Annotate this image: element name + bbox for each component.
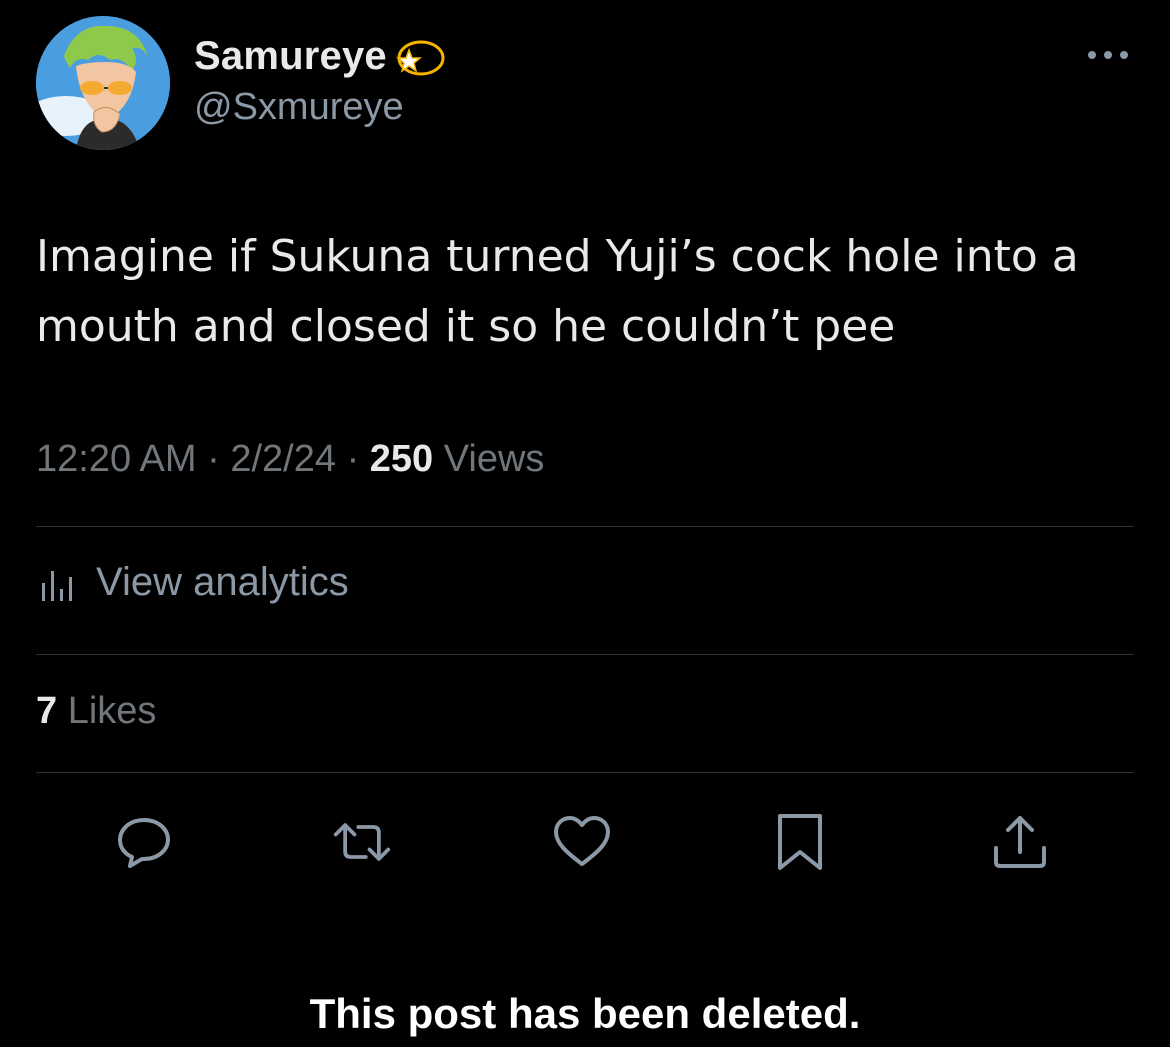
author-names: Samureye @Sxmureye (194, 32, 447, 129)
likes-label: Likes (67, 690, 157, 732)
divider (36, 654, 1134, 655)
reply-icon[interactable] (114, 812, 174, 872)
tweet-header: Samureye @Sxmureye (36, 14, 1136, 154)
likes-summary[interactable]: 7 Likes (36, 690, 156, 733)
divider (36, 772, 1134, 773)
like-icon[interactable] (552, 812, 612, 872)
avatar[interactable] (36, 16, 170, 150)
display-name[interactable]: Samureye (194, 34, 387, 79)
view-analytics-label: View analytics (96, 560, 349, 604)
more-options-icon[interactable] (1086, 48, 1130, 62)
tweet-meta: 12:20 AM · 2/2/24 · 250 Views (36, 438, 544, 481)
bar-chart-icon (42, 570, 72, 601)
share-icon[interactable] (990, 812, 1050, 872)
display-name-row[interactable]: Samureye (194, 32, 447, 80)
deleted-post-notice: This post has been deleted. (309, 990, 861, 1037)
view-analytics-link[interactable]: View analytics (36, 560, 349, 605)
views-label: Views (443, 438, 545, 480)
tweet-date[interactable]: 2/2/24 (230, 438, 336, 480)
dizzy-star-emoji-icon (395, 40, 445, 76)
tweet-text: Imagine if Sukuna turned Yuji’s cock hol… (36, 231, 1079, 352)
author-handle[interactable]: @Sxmureye (194, 86, 447, 129)
likes-count: 7 (36, 690, 58, 732)
divider (36, 526, 1134, 527)
avatar-image (36, 16, 170, 150)
views-count: 250 (369, 438, 434, 480)
retweet-icon[interactable] (332, 812, 392, 872)
tweet-time[interactable]: 12:20 AM (36, 438, 197, 480)
bookmark-icon[interactable] (770, 812, 830, 872)
meta-separator: · (207, 438, 220, 480)
meta-separator: · (346, 438, 360, 480)
